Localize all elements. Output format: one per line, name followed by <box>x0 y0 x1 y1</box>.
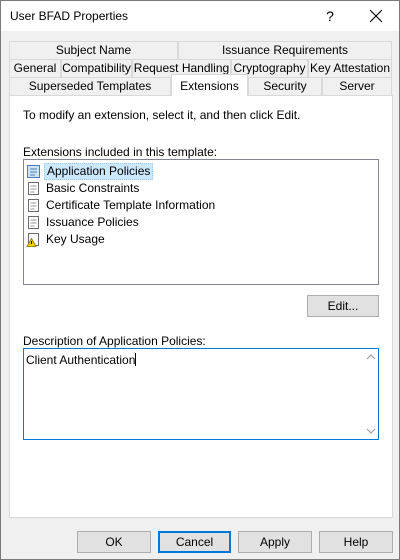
list-item-label: Application Policies <box>44 163 154 180</box>
tab-compatibility[interactable]: Compatibility <box>61 59 132 77</box>
tab-superseded-templates[interactable]: Superseded Templates <box>9 77 171 95</box>
title-bar: User BFAD Properties ? <box>1 1 399 31</box>
help-button[interactable]: Help <box>319 531 393 553</box>
list-item-label: Issuance Policies <box>46 215 139 229</box>
tab-server[interactable]: Server <box>322 77 392 95</box>
tab-extensions[interactable]: Extensions <box>171 74 248 96</box>
policy-icon <box>26 164 41 179</box>
list-item-key-usage[interactable]: Key Usage <box>26 231 107 248</box>
extensions-list-label: Extensions included in this template: <box>23 145 218 159</box>
key-warning-icon <box>26 232 41 247</box>
list-item-label: Key Usage <box>46 232 105 246</box>
document-icon <box>26 181 41 196</box>
tab-key-attestation[interactable]: Key Attestation <box>308 59 392 77</box>
close-button[interactable] <box>353 1 399 31</box>
list-item-label: Certificate Template Information <box>46 198 216 212</box>
list-item-basic-constraints[interactable]: Basic Constraints <box>26 180 141 197</box>
list-item-label: Basic Constraints <box>46 181 140 195</box>
tab-general[interactable]: General <box>9 59 61 77</box>
ok-button[interactable]: OK <box>77 531 151 553</box>
edit-button[interactable]: Edit... <box>307 295 379 317</box>
text-caret <box>135 353 137 366</box>
list-item-issuance-policies[interactable]: Issuance Policies <box>26 214 141 231</box>
document-icon <box>26 215 41 230</box>
description-label: Description of Application Policies: <box>23 334 206 348</box>
tab-security[interactable]: Security <box>248 77 322 95</box>
scroll-down-icon[interactable] <box>366 427 376 435</box>
description-textbox[interactable]: Client Authentication <box>23 348 379 440</box>
help-title-button[interactable]: ? <box>307 1 353 31</box>
description-text: Client Authentication <box>26 353 137 367</box>
tab-subject-name[interactable]: Subject Name <box>9 41 178 59</box>
scroll-up-icon[interactable] <box>366 353 376 361</box>
list-item-certificate-template-information[interactable]: Certificate Template Information <box>26 197 217 214</box>
instruction-text: To modify an extension, select it, and t… <box>23 108 301 122</box>
window-title: User BFAD Properties <box>10 9 129 23</box>
apply-button[interactable]: Apply <box>238 531 312 553</box>
list-item-application-policies[interactable]: Application Policies <box>26 163 154 180</box>
properties-dialog: User BFAD Properties ? Subject Name Issu… <box>0 0 400 560</box>
close-icon <box>370 10 382 22</box>
document-icon <box>26 198 41 213</box>
cancel-button[interactable]: Cancel <box>158 531 231 553</box>
tab-issuance-requirements[interactable]: Issuance Requirements <box>178 41 392 59</box>
extensions-listbox[interactable]: Application Policies Basic Constraints C… <box>23 159 379 285</box>
